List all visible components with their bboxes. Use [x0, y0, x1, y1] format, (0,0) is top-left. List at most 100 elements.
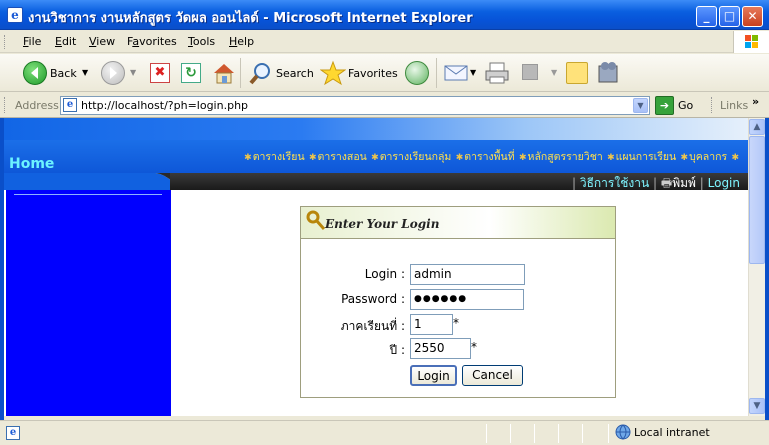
go-arrow-icon[interactable]: ➔ — [655, 96, 674, 115]
toolbar-separator — [240, 58, 241, 88]
back-button[interactable]: Back — [50, 67, 77, 80]
go-button[interactable]: Go — [678, 99, 693, 112]
nav-bullet-icon: ✱ — [455, 153, 464, 163]
links-chevron-icon[interactable]: » — [752, 95, 759, 108]
status-divider — [608, 424, 609, 443]
nav-link-timetable[interactable]: ตารางเรียน — [253, 151, 305, 163]
semester-required-mark: * — [453, 316, 459, 330]
print-link[interactable]: พิมพ์ — [672, 176, 696, 190]
help-link[interactable]: วิธีการใช้งาน — [580, 176, 649, 190]
menu-view[interactable]: View — [89, 35, 115, 48]
toolbar-separator-2 — [436, 58, 437, 88]
status-divider — [582, 424, 583, 443]
login-panel: Enter Your Login Login : admin Password … — [300, 206, 616, 398]
year-label: ปี : — [389, 343, 405, 357]
sidebar — [6, 190, 171, 416]
favorites-star-icon[interactable] — [319, 60, 347, 89]
vertical-scrollbar[interactable]: ▲ ▼ — [748, 118, 765, 416]
edit-icon[interactable] — [522, 64, 538, 80]
page-icon: e — [63, 98, 77, 112]
status-bar: e Local intranet — [0, 420, 769, 445]
nav-link-study-plan[interactable]: แผนการเรียน — [616, 151, 677, 163]
menu-help[interactable]: Help — [229, 35, 254, 48]
address-label: Address — [15, 99, 59, 112]
scroll-down-icon[interactable]: ▼ — [749, 398, 765, 414]
refresh-icon[interactable]: ↻ — [181, 63, 201, 83]
close-button[interactable]: ✕ — [742, 6, 763, 27]
menu-edit[interactable]: Edit — [55, 35, 76, 48]
nav-bullet-icon: ✱ — [244, 153, 252, 163]
discuss-icon[interactable] — [566, 62, 588, 84]
address-grip — [4, 97, 7, 113]
key-icon — [306, 210, 326, 230]
scroll-thumb[interactable] — [749, 136, 765, 264]
home-link[interactable]: Home — [9, 156, 54, 172]
nav-link-curriculum[interactable]: หลักสูตรรายวิชา — [528, 151, 603, 163]
login-button[interactable]: Login — [410, 365, 457, 386]
nav-link-teaching[interactable]: ตารางสอน — [318, 151, 367, 163]
password-label: Password : — [341, 292, 405, 306]
login-title: Enter Your Login — [325, 217, 440, 231]
stop-icon[interactable]: ✖ — [150, 63, 170, 83]
window-frame-right — [765, 118, 769, 420]
favorites-button[interactable]: Favorites — [348, 67, 398, 80]
address-dropdown-icon[interactable]: ▼ — [633, 98, 648, 113]
scroll-up-icon[interactable]: ▲ — [749, 119, 765, 135]
minimize-button[interactable]: _ — [696, 6, 717, 27]
back-dropdown-icon[interactable]: ▼ — [82, 68, 88, 77]
forward-dropdown-icon[interactable]: ▼ — [130, 68, 136, 77]
back-icon[interactable] — [23, 61, 47, 85]
year-input[interactable]: 2550 — [410, 338, 471, 359]
maximize-button[interactable]: □ — [719, 6, 740, 27]
year-required-mark: * — [471, 340, 477, 354]
mail-dropdown-icon[interactable]: ▼ — [470, 68, 476, 77]
site-banner — [4, 118, 748, 140]
search-icon[interactable] — [248, 61, 274, 90]
login-input[interactable]: admin — [410, 264, 525, 285]
semester-input[interactable]: 1 — [410, 314, 453, 335]
menu-tools[interactable]: Tools — [188, 35, 215, 48]
nav-link-personnel[interactable]: บุคลากร — [689, 151, 727, 163]
mail-icon[interactable] — [444, 63, 468, 86]
intranet-globe-icon — [615, 424, 631, 443]
windows-logo — [733, 31, 769, 53]
security-zone-label: Local intranet — [634, 426, 710, 439]
search-button[interactable]: Search — [276, 67, 314, 80]
site-nav-band: Home ✱ตารางเรียน ✱ตารางสอน ✱ตารางเรียนกล… — [4, 140, 748, 173]
nav-bullet-icon: ✱ — [680, 153, 689, 163]
home-icon[interactable] — [211, 60, 237, 89]
history-icon[interactable] — [405, 61, 429, 85]
toolbar: Back ▼ ▼ ✖ ↻ Search Favorites ▼ ▼ — [0, 54, 769, 92]
nav-link-group-timetable[interactable]: ตารางเรียนกลุ่ม — [380, 151, 452, 163]
menu-grip — [4, 35, 7, 49]
forward-icon[interactable] — [101, 61, 125, 85]
semester-label: ภาคเรียนที่ : — [340, 319, 405, 333]
menu-bar: File Edit View Favorites Tools Help — [0, 31, 769, 53]
windows-flag-icon — [745, 35, 758, 48]
cancel-button[interactable]: Cancel — [462, 365, 523, 386]
nav-bullet-icon: ✱ — [308, 153, 317, 163]
status-divider — [510, 424, 511, 443]
web-page: Home ✱ตารางเรียน ✱ตารางสอน ✱ตารางเรียนกล… — [4, 118, 748, 416]
nav-bullet-icon: ✱ — [607, 153, 615, 163]
edit-dropdown-icon[interactable]: ▼ — [551, 68, 557, 77]
address-url[interactable]: http://localhost/?ph=login.php — [81, 99, 248, 112]
menu-favorites[interactable]: Favorites — [127, 35, 177, 48]
links-grip — [711, 97, 714, 113]
title-bar[interactable]: e งานวิชาการ งานหลักสูตร วัดผล ออนไลด์ -… — [0, 0, 769, 30]
printer-icon: 🖶 — [660, 176, 673, 190]
password-input[interactable]: ●●●●●● — [410, 289, 524, 310]
status-divider — [558, 424, 559, 443]
menu-file[interactable]: File — [23, 35, 41, 48]
status-divider — [486, 424, 487, 443]
login-link[interactable]: Login — [708, 176, 740, 190]
login-label: Login : — [364, 267, 405, 281]
messenger-icon[interactable] — [596, 60, 620, 89]
status-divider — [534, 424, 535, 443]
print-icon[interactable] — [484, 61, 510, 88]
status-page-icon: e — [6, 426, 20, 440]
nav-link-rooms[interactable]: ตารางพื้นที่ — [464, 151, 514, 163]
nav-bullet-icon: ✱ — [371, 153, 379, 163]
links-label[interactable]: Links — [720, 99, 748, 112]
login-header: Enter Your Login — [301, 207, 615, 239]
